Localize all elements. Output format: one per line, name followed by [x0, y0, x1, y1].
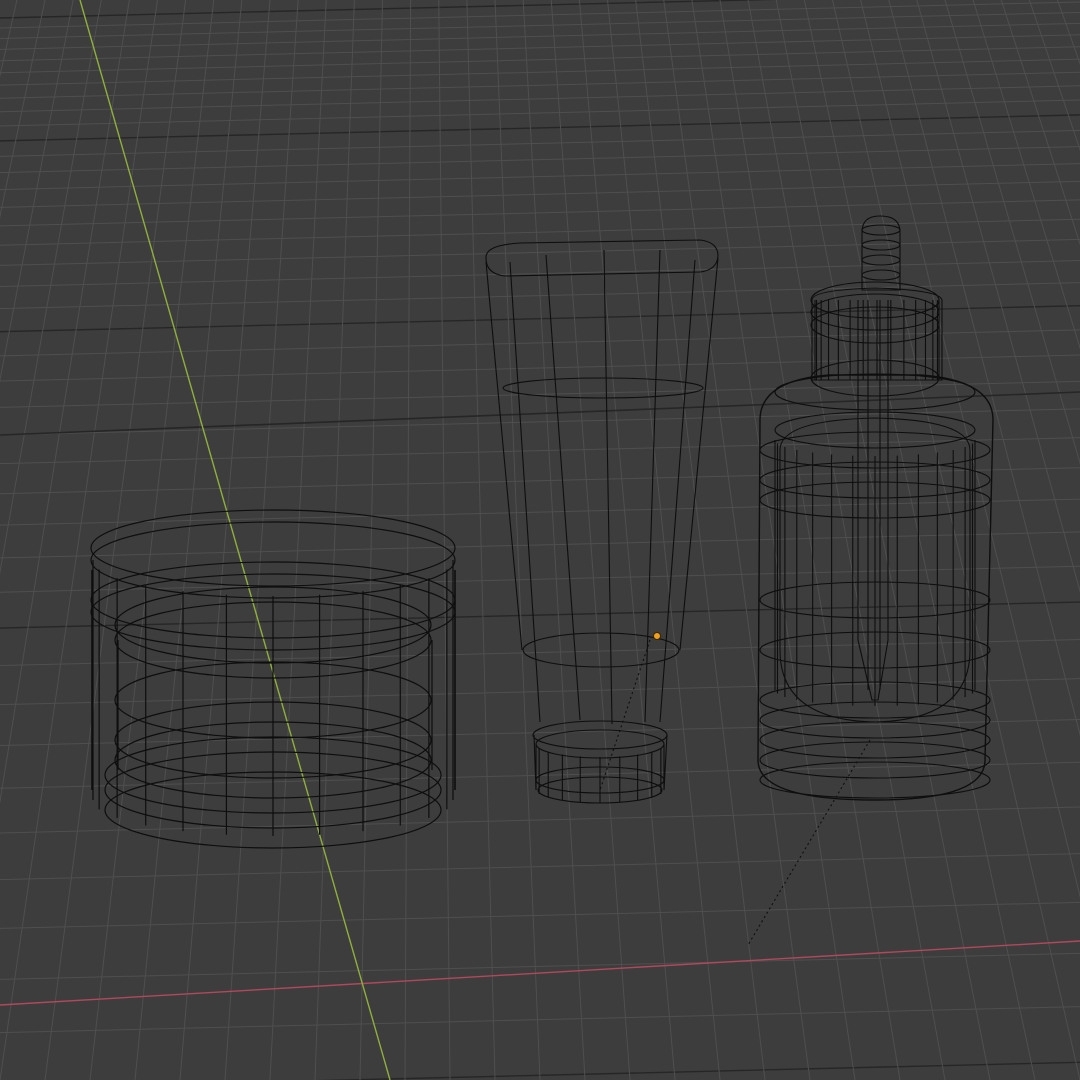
viewport-canvas[interactable]	[0, 0, 1080, 1080]
3d-viewport[interactable]	[0, 0, 1080, 1080]
object-origin-point[interactable]	[653, 632, 661, 640]
